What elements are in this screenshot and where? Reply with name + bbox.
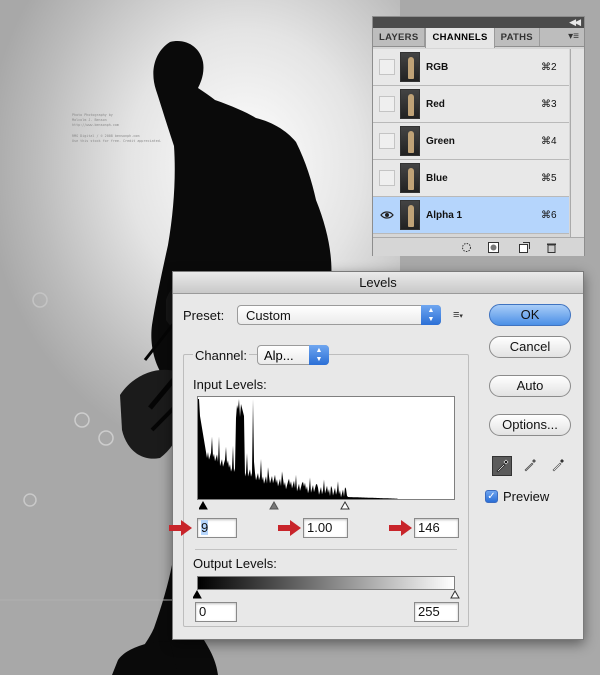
ok-button[interactable]: OK — [489, 304, 571, 326]
dropdown-arrows-icon: ▲ ▼ — [421, 305, 441, 325]
options-button[interactable]: Options... — [489, 414, 571, 436]
output-gradient — [197, 576, 455, 590]
channel-name: Green — [426, 136, 455, 147]
auto-button[interactable]: Auto — [489, 375, 571, 397]
channel-row-green[interactable]: Green ⌘4 — [373, 123, 569, 160]
channels-panel: ◀◀ LAYERS CHANNELS PATHS ▾≡ RGB ⌘2 Red ⌘… — [372, 16, 585, 256]
channel-row-rgb[interactable]: RGB ⌘2 — [373, 49, 569, 86]
preset-dropdown[interactable]: Custom ▲ ▼ — [237, 305, 441, 325]
dialog-title[interactable]: Levels — [173, 272, 583, 294]
channel-label: Channel: — [193, 348, 250, 363]
black-point-slider — [199, 501, 208, 510]
load-selection-icon[interactable] — [461, 242, 472, 253]
visibility-toggle[interactable] — [379, 133, 395, 149]
black-point-eyedropper-icon[interactable] — [492, 456, 512, 476]
white-point-eyedropper-icon[interactable] — [549, 456, 569, 476]
visibility-toggle[interactable] — [379, 96, 395, 112]
channel-thumbnail — [400, 89, 420, 119]
cancel-button[interactable]: Cancel — [489, 336, 571, 358]
channel-name: RGB — [426, 62, 449, 73]
visibility-toggle[interactable] — [379, 207, 395, 223]
channel-shortcut: ⌘6 — [541, 210, 557, 221]
collapse-panel-icon[interactable]: ◀◀ — [569, 17, 581, 28]
eye-icon — [380, 211, 394, 219]
preset-label: Preset: — [183, 308, 225, 323]
channel-shortcut: ⌘3 — [541, 99, 557, 110]
channel-dropdown[interactable]: Alp... ▲ ▼ — [257, 345, 329, 365]
annotation-arrow-icon — [278, 520, 301, 536]
output-white-field[interactable]: 255 — [414, 602, 459, 622]
preset-options-icon[interactable]: ≡▾ — [453, 310, 467, 322]
tab-layers[interactable]: LAYERS — [373, 28, 426, 46]
histogram-shape — [198, 399, 454, 499]
input-gamma-field[interactable]: 1.00 — [303, 518, 348, 538]
output-white-slider — [450, 590, 460, 599]
annotation-arrow-icon — [389, 520, 412, 536]
channel-shortcut: ⌘4 — [541, 136, 557, 147]
white-point-slider — [340, 501, 350, 510]
panel-tab-bar: LAYERS CHANNELS PATHS ▾≡ — [373, 28, 584, 48]
channel-name: Red — [426, 99, 445, 110]
tab-paths[interactable]: PATHS — [495, 28, 540, 46]
save-selection-icon[interactable] — [488, 242, 499, 253]
input-levels-label: Input Levels: — [193, 377, 267, 392]
channel-value: Alp... — [264, 348, 294, 363]
input-white-field[interactable]: 146 — [414, 518, 459, 538]
panel-title-bar[interactable]: ◀◀ — [373, 17, 584, 28]
channel-shortcut: ⌘5 — [541, 173, 557, 184]
output-black-field[interactable]: 0 — [195, 602, 237, 622]
new-channel-icon[interactable] — [519, 242, 530, 253]
annotation-arrow-icon — [169, 520, 192, 536]
delete-channel-icon[interactable] — [546, 242, 557, 253]
preview-label: Preview — [503, 489, 550, 504]
dropdown-arrows-icon: ▲ ▼ — [309, 345, 329, 365]
input-black-field[interactable]: 9 — [197, 518, 237, 538]
channel-name: Alpha 1 — [426, 210, 463, 221]
channel-thumbnail — [400, 52, 420, 82]
preset-value: Custom — [246, 308, 291, 323]
output-levels-label: Output Levels: — [193, 556, 277, 571]
visibility-toggle[interactable] — [379, 59, 395, 75]
histogram — [197, 396, 455, 500]
tab-channels[interactable]: CHANNELS — [425, 28, 495, 48]
preview-checkbox[interactable]: ✓ — [485, 490, 498, 503]
channel-row-alpha-1[interactable]: Alpha 1 ⌘6 — [373, 197, 569, 234]
channel-shortcut: ⌘2 — [541, 62, 557, 73]
channel-row-blue[interactable]: Blue ⌘5 — [373, 160, 569, 197]
photo-credit-text: Photo Photography by Malcolm J. Benson h… — [72, 113, 162, 144]
histogram-graph — [198, 399, 454, 499]
gamma-slider — [269, 501, 279, 510]
levels-dialog: Levels Preset: Custom ▲ ▼ ≡▾ Channel: Alp… — [169, 271, 584, 640]
panel-footer — [373, 237, 584, 256]
channel-name: Blue — [426, 173, 448, 184]
output-sliders — [193, 590, 460, 599]
channel-thumbnail — [400, 126, 420, 156]
separator — [195, 549, 457, 550]
visibility-toggle[interactable] — [379, 170, 395, 186]
input-sliders — [199, 501, 350, 510]
panel-menu-icon[interactable]: ▾≡ — [568, 31, 579, 42]
gray-point-eyedropper-icon[interactable] — [521, 456, 541, 476]
output-black-slider — [193, 590, 202, 599]
input-black-value: 9 — [201, 520, 209, 535]
panel-scrollbar[interactable] — [570, 49, 584, 237]
channel-row-red[interactable]: Red ⌘3 — [373, 86, 569, 123]
channel-thumbnail — [400, 163, 420, 193]
channel-thumbnail — [400, 200, 420, 230]
